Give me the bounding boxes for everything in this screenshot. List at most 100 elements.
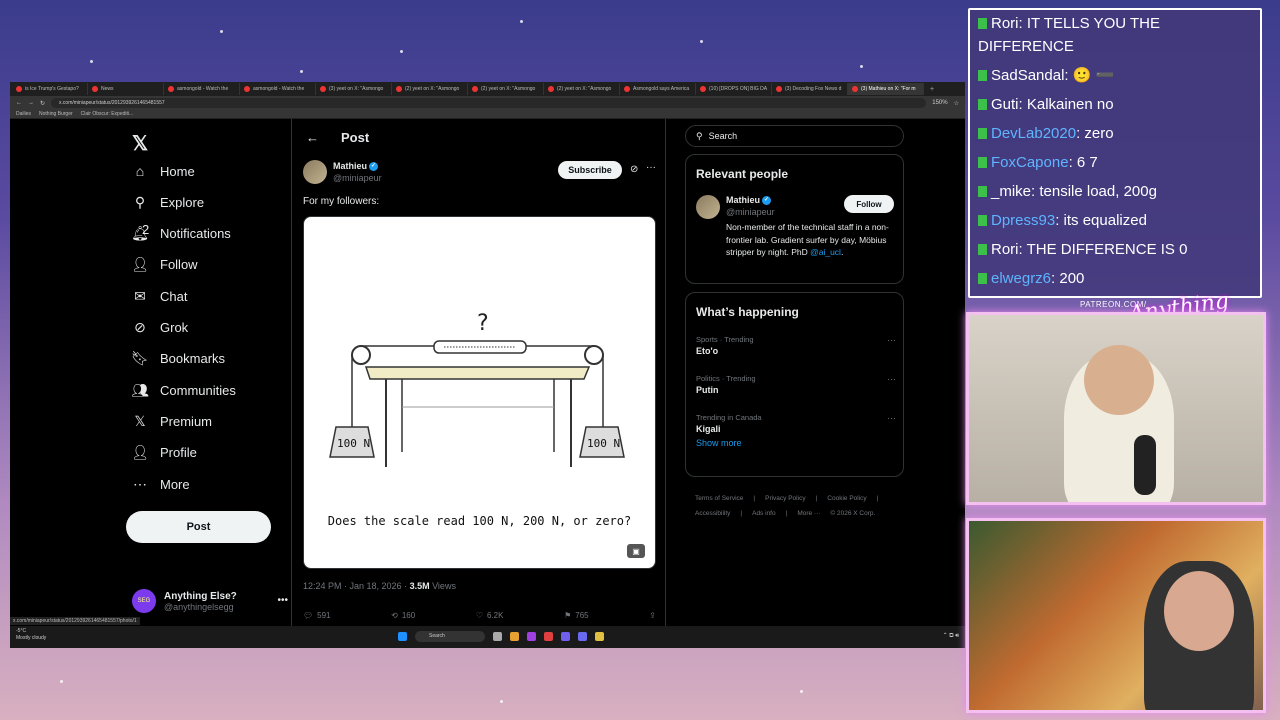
nav-item-communities[interactable]: 👥︎ Communities xyxy=(131,382,236,398)
steam-icon[interactable] xyxy=(578,632,587,641)
task-view-icon[interactable] xyxy=(493,632,502,641)
windows-start-icon[interactable] xyxy=(398,632,407,641)
star-icon[interactable]: ☆ xyxy=(954,100,959,107)
bookmark-button[interactable]: ⚑ 765 xyxy=(564,611,589,620)
browser-tab[interactable]: (2) yeet on X: "Asmongo xyxy=(544,83,620,95)
chat-badge-icon xyxy=(978,244,987,255)
chat-username[interactable]: DevLab2020 xyxy=(991,125,1076,142)
nav-item-chat[interactable]: ✉ Chat xyxy=(132,288,187,304)
more-icon[interactable]: ••• xyxy=(277,595,288,606)
follow-button[interactable]: Follow xyxy=(844,195,894,213)
nav-item-grok[interactable]: ⊘ Grok xyxy=(132,319,188,336)
bookmark-item[interactable]: Clair Obscur: Expediti... xyxy=(81,111,134,117)
browser-tab[interactable]: (3) Decoding Fox News d xyxy=(772,83,848,95)
show-more-link[interactable]: Show more xyxy=(696,438,742,448)
person-handle[interactable]: @miniapeur xyxy=(726,207,775,217)
browser-tab[interactable]: asmongold - Watch the xyxy=(164,83,240,95)
subscribe-button[interactable]: Subscribe xyxy=(558,161,622,179)
author-name-row[interactable]: Mathieu ✓ xyxy=(333,161,379,172)
back-arrow-icon[interactable]: ← xyxy=(306,130,319,145)
chat-username[interactable]: FoxCapone xyxy=(991,154,1069,171)
footer-link[interactable]: More ··· xyxy=(797,510,820,517)
footer-link[interactable]: Cookie Policy xyxy=(827,495,866,502)
post-time[interactable]: 12:24 PM · Jan 18, 2026 · xyxy=(303,581,410,591)
browser-tab[interactable]: is Ice Trump's Gestapo? xyxy=(12,83,88,95)
chat-username[interactable]: Rori xyxy=(991,241,1019,258)
app-icon[interactable] xyxy=(544,632,553,641)
footer-link[interactable]: Accessibility xyxy=(695,510,730,517)
author-handle[interactable]: @miniapeur xyxy=(333,173,382,183)
taskbar-search[interactable]: Search xyxy=(415,631,485,642)
footer-link[interactable]: © 2026 X Corp. xyxy=(830,510,875,517)
chat-username[interactable]: Rori xyxy=(991,15,1019,32)
chat-username[interactable]: Dpress93 xyxy=(991,212,1055,229)
nav-item-home[interactable]: ⌂ Home xyxy=(132,163,195,179)
compose-post-button[interactable]: Post xyxy=(126,511,271,543)
bookmark-item[interactable]: Dailies xyxy=(16,111,31,117)
page-title: Post xyxy=(341,129,370,145)
footer-link[interactable]: Ads info xyxy=(752,510,776,517)
more-icon[interactable]: ··· xyxy=(646,162,656,173)
browser-tab[interactable]: (10) [DROPS ON] BIG DA xyxy=(696,83,772,95)
zoom-badge[interactable]: 150% xyxy=(932,100,947,106)
url-field[interactable]: x.com/miniapeur/status/20129392614654815… xyxy=(51,98,927,108)
browser-tab[interactable]: asmongold - Watch the xyxy=(240,83,316,95)
system-tray[interactable]: ⌃ ⧉ 🔊︎ xyxy=(943,632,959,640)
file-explorer-icon[interactable] xyxy=(510,632,519,641)
tab-favicon-icon xyxy=(16,86,22,92)
new-tab-icon[interactable]: + xyxy=(930,86,934,93)
nav-item-explore[interactable]: ⚲ Explore xyxy=(132,194,204,210)
footer-link[interactable]: Privacy Policy xyxy=(765,495,805,502)
nav-item-follow[interactable]: 👤︎ Follow xyxy=(131,256,197,273)
reload-icon[interactable]: ↻ xyxy=(40,100,45,107)
image-options-icon[interactable]: ▣ xyxy=(627,544,645,558)
tab-favicon-icon xyxy=(624,86,630,92)
browser-tab[interactable]: (2) yeet on X: "Asmongo xyxy=(468,83,544,95)
trend-item[interactable]: Trending in Canada Kigali ··· xyxy=(696,413,896,434)
more-icon[interactable]: ··· xyxy=(887,413,896,423)
trend-item[interactable]: Politics · Trending Putin ··· xyxy=(696,374,896,395)
browser-tab[interactable]: (2) yeet on X: "Asmongo xyxy=(392,83,468,95)
chat-username[interactable]: Guti xyxy=(991,96,1019,113)
discord-icon[interactable] xyxy=(561,632,570,641)
avatar[interactable] xyxy=(696,195,720,219)
chat-username[interactable]: elwegrz6 xyxy=(991,270,1051,287)
chat-username[interactable]: _mike xyxy=(991,183,1031,200)
like-button[interactable]: ♡ 6.2K xyxy=(476,611,504,620)
nav-item-notifications[interactable]: 🔔︎ 2 Notifications xyxy=(131,222,231,242)
post-image[interactable]: ? 100 N 100 N Does the scale read 100 N,… xyxy=(303,216,656,569)
browser-tab[interactable]: News xyxy=(88,83,164,95)
repost-count: 160 xyxy=(401,611,416,620)
account-switcher[interactable]: SEG Anything Else? @anythingelsegg ••• xyxy=(132,589,288,613)
author-avatar[interactable] xyxy=(303,160,327,184)
search-input[interactable]: ⚲ Search xyxy=(685,125,904,147)
chat-badge-icon xyxy=(978,70,987,81)
weather-widget[interactable]: -5°C Mostly cloudy xyxy=(16,628,46,642)
streamer-head xyxy=(1164,571,1234,651)
footer-link[interactable]: Terms of Service xyxy=(695,495,743,502)
nav-item-premium[interactable]: 𝕏 Premium xyxy=(132,413,212,429)
nav-item-profile[interactable]: 👤︎ Profile xyxy=(131,444,197,461)
more-icon[interactable]: ··· xyxy=(887,374,896,384)
bio-link[interactable]: @ai_ucl xyxy=(810,247,841,257)
forward-icon[interactable]: → xyxy=(28,100,34,106)
app-icon[interactable] xyxy=(527,632,536,641)
person-name-row[interactable]: Mathieu ✓ xyxy=(726,195,772,206)
person-bio: Non-member of the technical staff in a n… xyxy=(726,221,896,259)
reply-button[interactable]: 💬︎ 591 xyxy=(303,611,331,620)
back-icon[interactable]: ← xyxy=(16,100,22,106)
chat-username[interactable]: SadSandal xyxy=(991,67,1064,84)
grok-icon[interactable]: ⊘ xyxy=(630,164,638,175)
share-icon[interactable]: ⇪ xyxy=(649,611,656,620)
nav-item-bookmarks[interactable]: 🔖︎ Bookmarks xyxy=(131,350,225,367)
trend-item[interactable]: Sports · Trending Eto'o ··· xyxy=(696,335,896,356)
bookmark-item[interactable]: Nothing Burger xyxy=(39,111,73,117)
more-icon[interactable]: ··· xyxy=(887,335,896,345)
nav-item-more[interactable]: ⋯ More xyxy=(132,476,190,492)
repost-button[interactable]: ⟲ 160 xyxy=(391,611,415,620)
chrome-icon[interactable] xyxy=(595,632,604,641)
x-logo-icon[interactable]: 𝕏 xyxy=(132,131,148,156)
browser-tab[interactable]: (3) Mathieu on X: "For m xyxy=(848,83,924,95)
browser-tab[interactable]: (3) yeet on X: "Asmongo xyxy=(316,83,392,95)
browser-tab[interactable]: Asmongold says America xyxy=(620,83,696,95)
